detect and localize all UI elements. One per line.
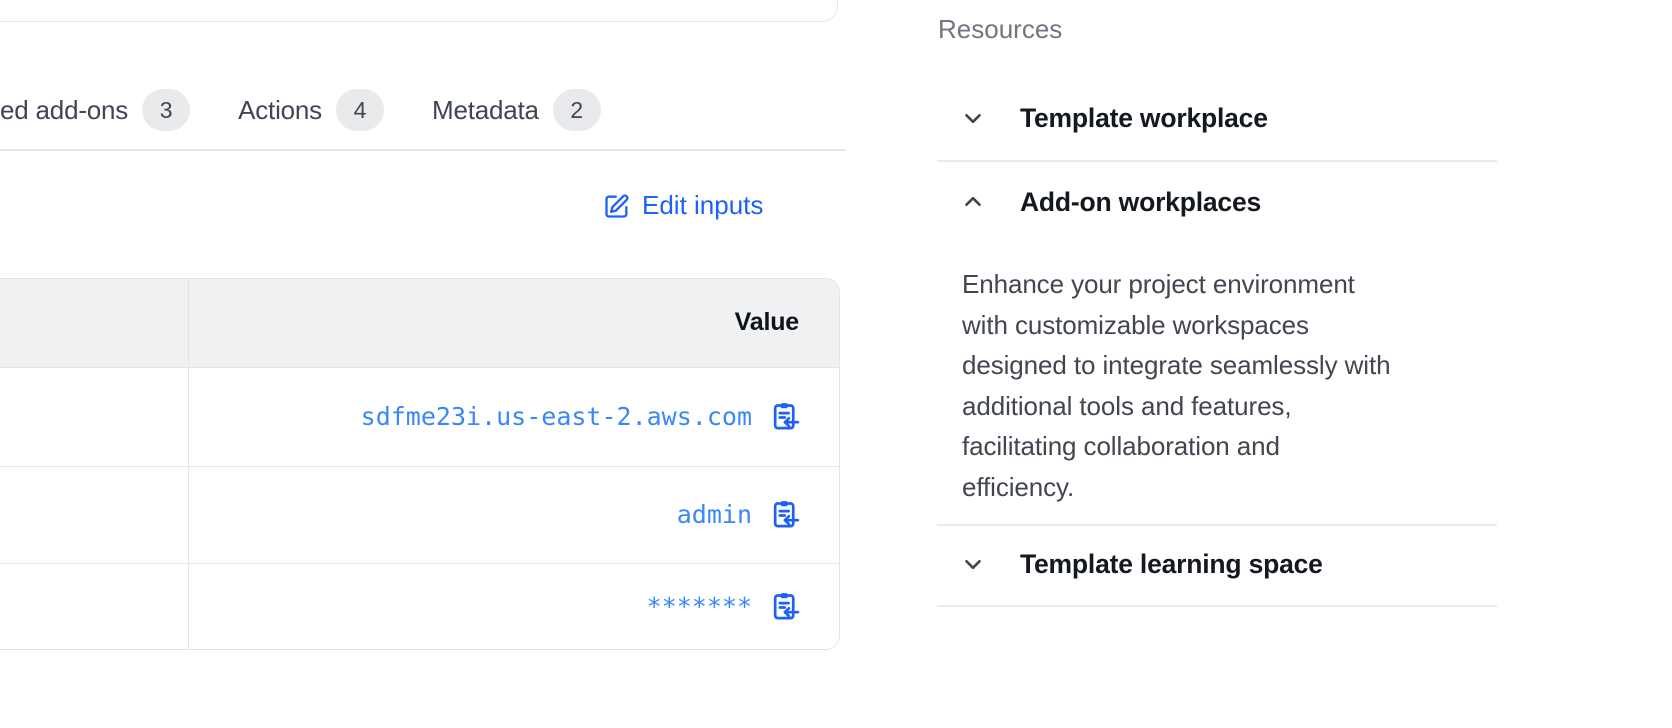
table-row: ******* bbox=[0, 564, 839, 649]
tab-bar-divider bbox=[0, 149, 846, 151]
resources-panel-title: Resources bbox=[938, 14, 1062, 45]
copy-to-clipboard-icon[interactable] bbox=[770, 401, 801, 432]
copy-to-clipboard-icon[interactable] bbox=[770, 591, 801, 622]
tab-add-ons[interactable]: ed add-ons 3 bbox=[0, 89, 190, 131]
accordion-add-on-workplaces[interactable]: Add-on workplaces bbox=[960, 180, 1261, 224]
tab-bar: ed add-ons 3 Actions 4 Metadata 2 bbox=[0, 86, 601, 134]
row-label-cell bbox=[0, 368, 189, 466]
accordion-title: Template learning space bbox=[1020, 549, 1323, 580]
chevron-down-icon bbox=[960, 551, 986, 577]
chevron-up-icon bbox=[960, 189, 986, 215]
row-value-text: ******* bbox=[647, 592, 752, 621]
accordion-title: Template workplace bbox=[1020, 103, 1268, 134]
tab-actions-count-badge: 4 bbox=[336, 89, 384, 131]
table-row: admin bbox=[0, 467, 839, 564]
panel-divider bbox=[937, 160, 1497, 162]
row-value-cell: admin bbox=[189, 467, 839, 563]
tab-add-ons-label: ed add-ons bbox=[0, 95, 128, 126]
accordion-template-workplace[interactable]: Template workplace bbox=[960, 96, 1268, 140]
accordion-template-learning-space[interactable]: Template learning space bbox=[960, 542, 1323, 586]
row-label-cell bbox=[0, 467, 189, 563]
inputs-table: Value sdfme23i.us-east-2.aws.com admin bbox=[0, 278, 840, 650]
table-row: sdfme23i.us-east-2.aws.com bbox=[0, 368, 839, 467]
tab-actions-label: Actions bbox=[238, 95, 322, 126]
edit-pencil-icon bbox=[603, 192, 631, 220]
table-header-label-cell bbox=[0, 279, 189, 367]
row-value-text: admin bbox=[677, 500, 752, 529]
tab-add-ons-count-badge: 3 bbox=[142, 89, 190, 131]
table-header-row: Value bbox=[0, 279, 839, 368]
add-on-workplaces-description: Enhance your project environment with cu… bbox=[962, 264, 1486, 507]
table-header-value-cell: Value bbox=[189, 279, 839, 367]
top-card-fragment bbox=[0, 0, 838, 22]
panel-divider bbox=[937, 605, 1497, 607]
panel-divider bbox=[937, 524, 1497, 526]
tab-metadata-label: Metadata bbox=[432, 95, 539, 126]
row-value-cell: sdfme23i.us-east-2.aws.com bbox=[189, 368, 839, 466]
row-label-cell bbox=[0, 564, 189, 649]
accordion-title: Add-on workplaces bbox=[1020, 187, 1261, 218]
tab-metadata[interactable]: Metadata 2 bbox=[432, 89, 601, 131]
edit-inputs-label: Edit inputs bbox=[642, 190, 763, 221]
tab-metadata-count-badge: 2 bbox=[553, 89, 601, 131]
row-value-cell: ******* bbox=[189, 564, 839, 649]
row-value-text: sdfme23i.us-east-2.aws.com bbox=[361, 402, 752, 431]
edit-inputs-button[interactable]: Edit inputs bbox=[603, 190, 763, 221]
copy-to-clipboard-icon[interactable] bbox=[770, 499, 801, 530]
chevron-down-icon bbox=[960, 105, 986, 131]
tab-actions[interactable]: Actions 4 bbox=[238, 89, 384, 131]
